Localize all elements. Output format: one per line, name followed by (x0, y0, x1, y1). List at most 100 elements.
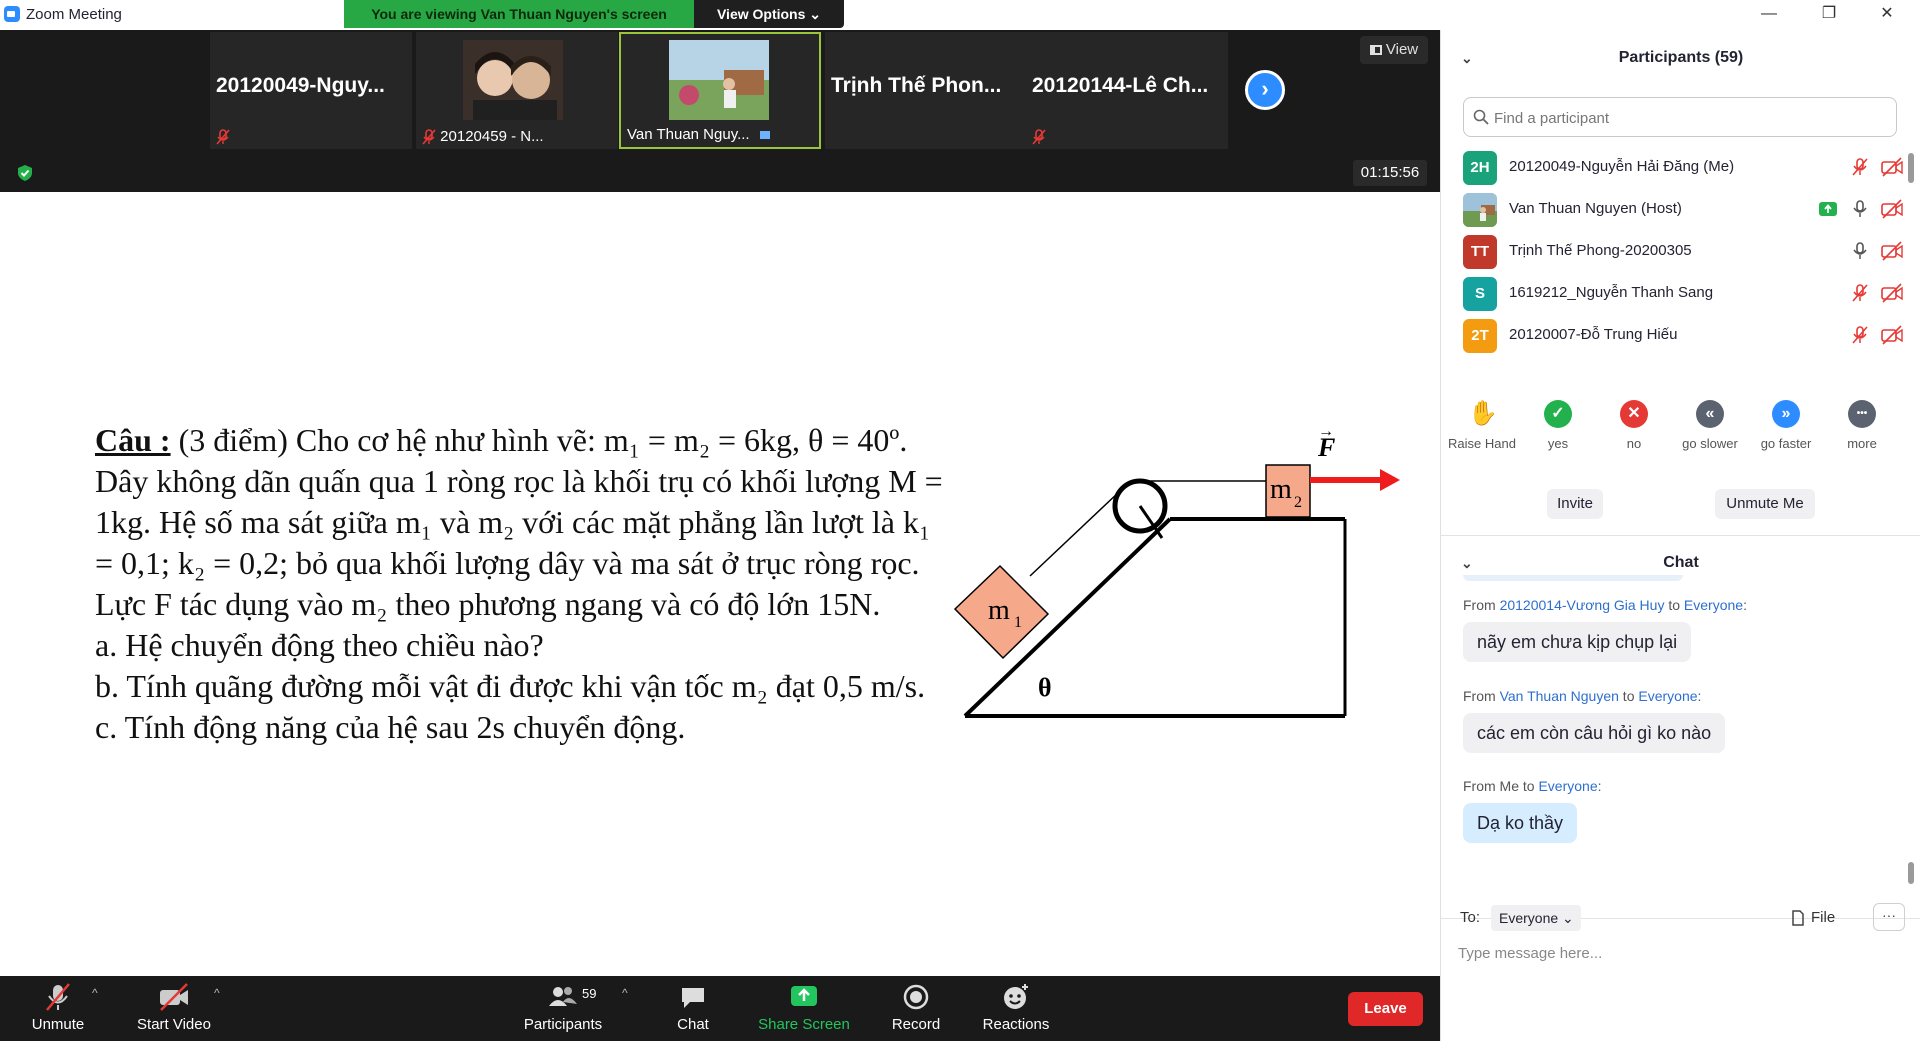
reactions-button[interactable]: Reactions (975, 982, 1057, 1040)
chat-bubble-icon (682, 988, 704, 1008)
avatar: TT (1463, 235, 1497, 269)
file-icon (1792, 910, 1804, 926)
sender-link[interactable]: 20120014-Vương Gia Huy (1500, 597, 1665, 613)
zoom-logo-icon (4, 6, 20, 22)
file-label: File (1811, 909, 1836, 926)
mic-off-icon (46, 983, 70, 1011)
chat-messages: From 20120014-Vương Gia Huy to Everyone:… (1441, 575, 1911, 895)
participant-thumbnail[interactable]: 20120459 - N... (416, 32, 618, 149)
participant-thumbnail[interactable]: 20120144-Lê Ch... (1026, 32, 1228, 149)
yes-button[interactable]: ✓ yes (1520, 400, 1596, 451)
participants-scrollbar[interactable] (1908, 143, 1914, 393)
go-slower-button[interactable]: « go slower (1672, 400, 1748, 451)
participant-thumbnail[interactable]: 20120049-Nguy... (210, 32, 412, 149)
rewind-icon: « (1696, 400, 1724, 428)
previous-message-bubble (1463, 575, 1683, 581)
video-off-icon (1881, 157, 1903, 177)
no-label: no (1626, 436, 1642, 451)
video-options-caret-icon[interactable]: ^ (214, 986, 220, 1000)
zoom-window: Zoom Meeting You are viewing Van Thuan N… (0, 0, 1920, 1041)
collapse-participants-chevron-icon[interactable]: ⌄ (1461, 38, 1473, 78)
invite-button[interactable]: Invite (1547, 489, 1603, 519)
thumbnail-strip: 20120049-Nguy... 20120459 - N... Van Thu… (0, 30, 1440, 192)
view-options-button[interactable]: View Options ⌄ (694, 0, 844, 28)
participant-thumbnail[interactable]: Trịnh Thế Phon... (825, 32, 1027, 149)
video-off-icon (1881, 241, 1903, 261)
file-button[interactable]: File (1791, 905, 1861, 931)
thumbnail-name: Van Thuan Nguy... (627, 126, 750, 143)
chat-message: các em còn câu hỏi gì ko nào (1463, 713, 1726, 753)
record-button[interactable]: Record (880, 982, 952, 1040)
mass-1-subscript: 1 (1014, 614, 1022, 631)
panel-divider (1441, 535, 1920, 536)
mic-off-icon (1851, 158, 1868, 176)
minimize-button[interactable]: — (1746, 0, 1792, 30)
participant-count: 59 (582, 986, 597, 1001)
restore-button[interactable]: ❐ (1806, 0, 1852, 30)
go-faster-button[interactable]: » go faster (1748, 400, 1824, 451)
view-button[interactable]: View (1360, 36, 1428, 64)
participant-name: Trịnh Thế Phong-20200305 (1509, 242, 1692, 259)
viewing-banner: You are viewing Van Thuan Nguyen's scree… (344, 0, 694, 28)
leave-button[interactable]: Leave (1348, 992, 1423, 1026)
thumbnail-name: 20120144-Lê Ch... (1032, 74, 1209, 97)
question-body: (3 điểm) Cho cơ hệ như hình vẽ: m₁ = m₂ … (95, 422, 943, 745)
video-off-icon (1881, 325, 1903, 345)
thumbnail-caption: Van Thuan Nguy... (627, 126, 770, 143)
close-button[interactable]: ✕ (1864, 0, 1910, 30)
share-screen-button[interactable]: Share Screen (756, 982, 852, 1040)
chat-more-button[interactable]: ··· (1873, 903, 1905, 931)
view-label: View (1385, 41, 1419, 58)
participants-button[interactable]: Participants (515, 982, 611, 1040)
recipient-link[interactable]: Everyone (1538, 778, 1597, 794)
unmute-label: Unmute (31, 1016, 85, 1033)
active-speaker-thumbnail[interactable]: Van Thuan Nguy... (619, 32, 821, 149)
participant-status (1843, 325, 1903, 347)
raise-hand-icon: ✋ (1468, 400, 1498, 427)
chat-message-input[interactable] (1458, 940, 1898, 966)
reactions-label: Reactions (982, 1016, 1050, 1033)
video-off-icon (1881, 199, 1903, 219)
avatar-photo (1463, 193, 1497, 227)
recipient-link[interactable]: Everyone (1684, 597, 1743, 613)
sender-link[interactable]: Van Thuan Nguyen (1500, 688, 1619, 704)
more-label: more (1847, 436, 1877, 451)
participant-row[interactable]: 2T 20120007-Đỗ Trung Hiếu (1463, 311, 1903, 362)
avatar: 2T (1463, 319, 1497, 353)
search-icon (1473, 109, 1489, 125)
recipient-link[interactable]: Everyone (1638, 688, 1697, 704)
reactions-smiley-icon (1004, 984, 1028, 1009)
grid-icon (1369, 45, 1382, 56)
raise-hand-button[interactable]: ✋ Raise Hand (1444, 400, 1520, 451)
participant-search-input[interactable] (1494, 107, 1884, 129)
participants-header: ⌄ Participants (59) (1441, 38, 1920, 78)
participant-search-box[interactable] (1463, 97, 1897, 137)
more-reactions-button[interactable]: ••• more (1824, 400, 1900, 451)
raise-hand-label: Raise Hand (1448, 436, 1516, 451)
mic-icon (1852, 200, 1867, 217)
avatar (1463, 193, 1497, 227)
participant-name: 20120007-Đỗ Trung Hiếu (1509, 326, 1678, 343)
start-video-button[interactable]: Start Video (130, 982, 218, 1040)
chat-button[interactable]: Chat (663, 982, 723, 1040)
side-panel: ⌄ Participants (59) 2H 20120049-Nguyễn H… (1440, 30, 1920, 1041)
thumbnail-caption: 20120459 - N... (422, 128, 544, 145)
reactions-bar: ✋ Raise Hand ✓ yes ✕ no « go slower » go… (1441, 400, 1911, 470)
next-page-button[interactable]: › (1245, 70, 1285, 110)
mic-off-icon (1851, 284, 1868, 302)
unmute-me-button[interactable]: Unmute Me (1715, 489, 1815, 519)
mic-icon (1852, 242, 1867, 259)
sharing-screen-icon (1819, 202, 1838, 216)
audio-options-caret-icon[interactable]: ^ (92, 986, 98, 1000)
shared-screen: Câu : (3 điểm) Cho cơ hệ như hình vẽ: m₁… (0, 192, 1440, 977)
no-button[interactable]: ✕ no (1596, 400, 1672, 451)
unmute-button[interactable]: Unmute (20, 982, 96, 1040)
avatar: 2H (1463, 151, 1497, 185)
thumbnail-caption (1032, 128, 1046, 145)
chat-scrollbar[interactable] (1908, 592, 1914, 892)
participants-caret-icon[interactable]: ^ (622, 986, 628, 1000)
mic-off-icon (422, 129, 436, 145)
video-off-icon (1881, 283, 1903, 303)
recipient-select[interactable]: Everyone ⌄ (1491, 905, 1581, 931)
thumbnail-name: 20120049-Nguy... (216, 74, 385, 97)
